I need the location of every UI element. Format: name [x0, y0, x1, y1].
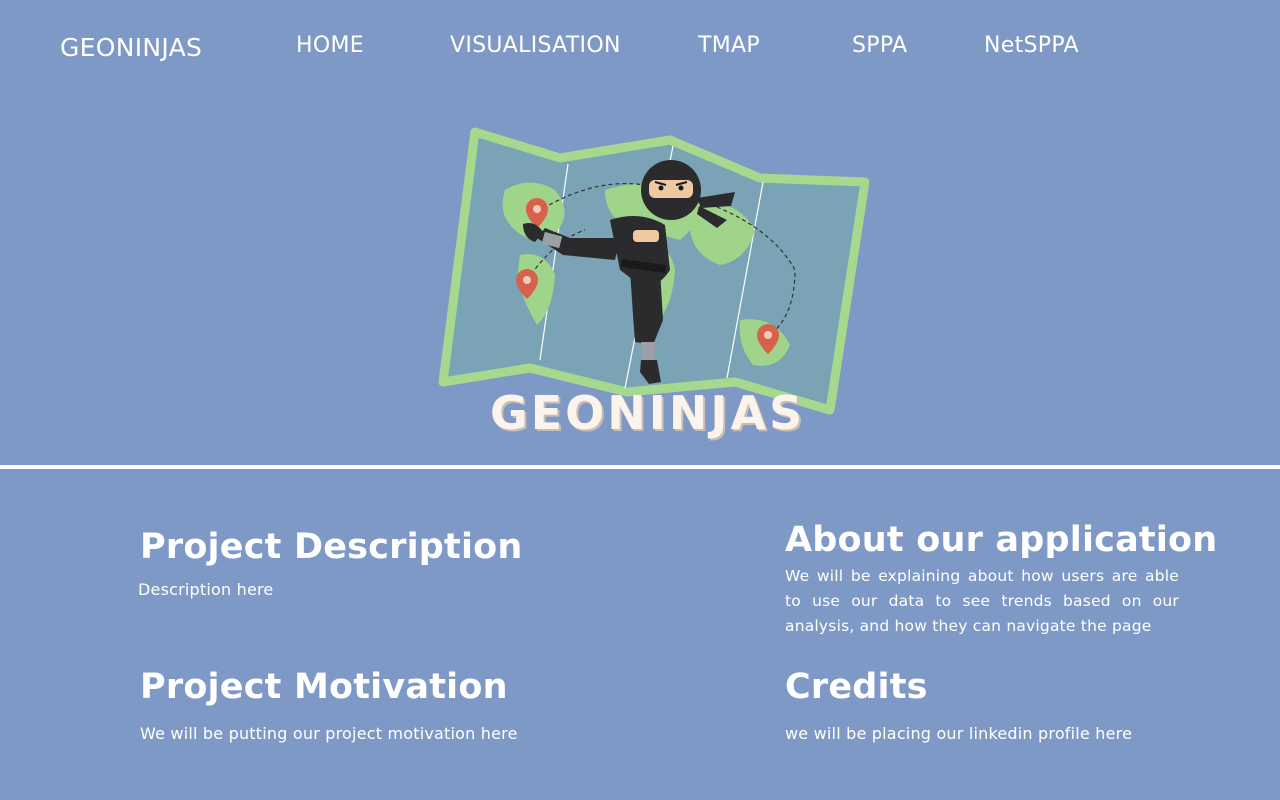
credits-body: we will be placing our linkedin profile …: [785, 724, 1133, 743]
credits-title: Credits: [785, 667, 928, 707]
project-description-body: Description here: [138, 580, 274, 599]
nav-item-visualisation[interactable]: VISUALISATION: [450, 33, 621, 58]
nav-item-tmap[interactable]: TMAP: [698, 33, 760, 58]
project-motivation-body: We will be putting our project motivatio…: [140, 724, 518, 743]
project-motivation-title: Project Motivation: [140, 667, 508, 707]
about-application-body: We will be explaining about how users ar…: [785, 567, 1179, 635]
project-description-section: Project Description Description here: [138, 527, 640, 602]
project-motivation-section: Project Motivation We will be putting ou…: [140, 667, 680, 746]
nav-item-home[interactable]: HOME: [296, 33, 364, 58]
about-application-title: About our application: [785, 520, 1218, 560]
about-application-section: About our application We will be explain…: [785, 520, 1218, 639]
project-description-title: Project Description: [140, 527, 523, 567]
hero-logo-text: GEONINJAS: [490, 386, 806, 440]
section-divider: [0, 465, 1280, 469]
top-navigation: GEONINJAS HOME VISUALISATION TMAP SPPA N…: [0, 0, 1280, 95]
brand-link[interactable]: GEONINJAS: [60, 33, 202, 62]
nav-item-netsppa[interactable]: NetSPPA: [984, 33, 1079, 58]
credits-section: Credits we will be placing our linkedin …: [785, 667, 1225, 746]
nav-item-sppa[interactable]: SPPA: [852, 33, 907, 58]
